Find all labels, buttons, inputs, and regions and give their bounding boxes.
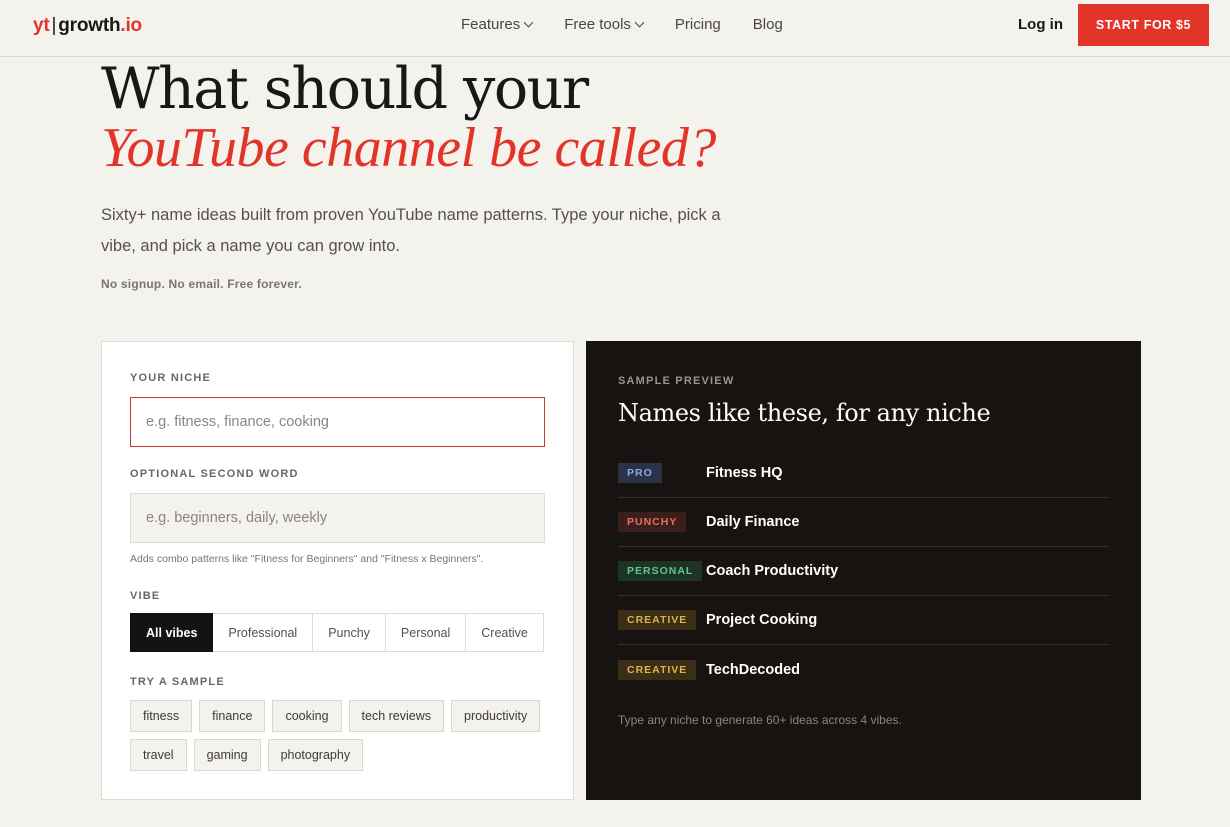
preview-name: TechDecoded — [706, 661, 801, 678]
hero-title-line1: What should your — [101, 56, 589, 122]
vibe-tag: PERSONAL — [618, 561, 703, 581]
chevron-down-icon — [634, 17, 645, 28]
top-nav: yt | growth.io Features Free tools Pricing… — [0, 0, 1230, 57]
logo-separator: | — [51, 15, 57, 36]
nav-item-features[interactable]: Features — [461, 16, 534, 33]
preview-name: Daily Finance — [706, 514, 800, 530]
second-word-hint: Adds combo patterns like "Fitness for Be… — [130, 553, 484, 565]
niche-input[interactable] — [130, 397, 545, 447]
sample-chip-photography[interactable]: photography — [267, 739, 364, 771]
vibe-creative[interactable]: Creative — [466, 613, 544, 652]
nav-item-label: Features — [461, 16, 521, 33]
vibe-label: VIBE — [130, 590, 161, 602]
vibe-personal[interactable]: Personal — [385, 613, 467, 652]
preview-name: Coach Productivity — [706, 563, 839, 579]
generator-form-card: YOUR NICHE OPTIONAL SECOND WORD Adds com… — [101, 341, 574, 800]
preview-label: SAMPLE PREVIEW — [618, 375, 735, 387]
sample-chip-cooking[interactable]: cooking — [272, 700, 342, 732]
nav-item-label: Blog — [752, 16, 783, 33]
niche-label: YOUR NICHE — [130, 372, 212, 384]
start-button[interactable]: START FOR $5 — [1078, 4, 1209, 46]
preview-footer: Type any niche to generate 60+ ideas acr… — [618, 713, 902, 727]
preview-list: PRO Fitness HQ PUNCHY Daily Finance PERS… — [618, 449, 1109, 694]
logo-name: growth — [58, 15, 121, 36]
preview-title: Names like these, for any niche — [618, 399, 991, 427]
chevron-down-icon — [523, 17, 534, 28]
preview-name: Fitness HQ — [706, 465, 783, 481]
sample-chip-tech-reviews[interactable]: tech reviews — [348, 700, 445, 732]
nav-item-blog[interactable]: Blog — [753, 16, 783, 33]
vibe-punchy[interactable]: Punchy — [313, 613, 386, 652]
preview-name: Project Cooking — [706, 612, 818, 628]
sample-chip-gaming[interactable]: gaming — [193, 739, 261, 771]
vibe-tag: PRO — [618, 463, 662, 483]
logo-tld: .io — [120, 15, 142, 36]
vibe-tag: PUNCHY — [618, 512, 687, 532]
vibe-selector: All vibes Professional Punchy Personal C… — [130, 613, 544, 652]
preview-row: CREATIVE Project Cooking — [618, 596, 1109, 645]
sample-chips: fitness finance cooking tech reviews pro… — [130, 700, 550, 771]
nav-item-label: Free tools — [564, 16, 631, 33]
hero-lead: Sixty+ name ideas built from proven YouT… — [101, 206, 721, 255]
vibe-all[interactable]: All vibes — [130, 613, 214, 652]
preview-row: PERSONAL Coach Productivity — [618, 547, 1109, 596]
sample-label: TRY A SAMPLE — [130, 676, 225, 688]
sample-chip-fitness[interactable]: fitness — [130, 700, 193, 732]
sample-preview-panel: SAMPLE PREVIEW Names like these, for any… — [586, 341, 1141, 800]
vibe-professional[interactable]: Professional — [213, 613, 314, 652]
nav-item-free-tools[interactable]: Free tools — [564, 16, 645, 33]
second-word-input[interactable] — [130, 493, 545, 543]
login-link[interactable]: Log in — [1018, 16, 1063, 33]
nav-links: Features Free tools Pricing Blog — [461, 16, 783, 33]
nav-item-label: Pricing — [674, 16, 721, 33]
sample-chip-productivity[interactable]: productivity — [451, 700, 541, 732]
logo-yt: yt — [33, 15, 50, 36]
logo[interactable]: yt | growth.io — [33, 15, 142, 37]
hero-fine-print: No signup. No email. Free forever. — [101, 277, 302, 291]
vibe-tag: CREATIVE — [618, 659, 697, 680]
sample-chip-finance[interactable]: finance — [199, 700, 266, 732]
second-word-label: OPTIONAL SECOND WORD — [130, 468, 299, 480]
sample-chip-travel[interactable]: travel — [130, 739, 187, 771]
vibe-tag: CREATIVE — [618, 610, 697, 630]
preview-row: PRO Fitness HQ — [618, 449, 1109, 498]
hero-title-line2: YouTube channel be called? — [101, 117, 716, 179]
nav-item-pricing[interactable]: Pricing — [675, 16, 721, 33]
preview-row: PUNCHY Daily Finance — [618, 498, 1109, 547]
preview-row: CREATIVE TechDecoded — [618, 645, 1109, 694]
